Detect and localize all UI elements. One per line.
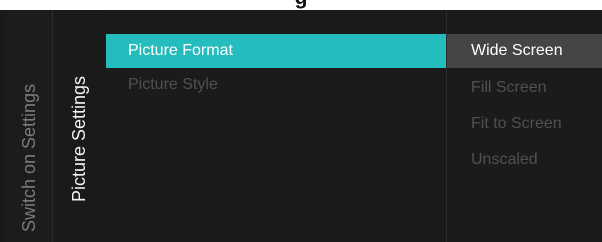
breadcrumb-parent-label: Switch on Settings (19, 83, 39, 232)
option-fill-screen[interactable]: Fill Screen (447, 71, 602, 105)
top-title-strip: g (0, 0, 602, 10)
top-title-fragment: g (0, 0, 602, 9)
column-divider (52, 10, 53, 242)
breadcrumb-parent[interactable]: Switch on Settings (4, 10, 52, 242)
menu-item-picture-style[interactable]: Picture Style (106, 68, 446, 102)
option-unscaled[interactable]: Unscaled (447, 143, 602, 177)
option-fit-to-screen[interactable]: Fit to Screen (447, 107, 602, 141)
breadcrumb-current[interactable]: Picture Settings (52, 10, 106, 242)
option-wide-screen[interactable]: Wide Screen (447, 34, 602, 68)
picture-format-options: Wide Screen Fill Screen Fit to Screen Un… (447, 10, 602, 242)
menu-item-picture-format[interactable]: Picture Format (106, 34, 446, 68)
breadcrumb-current-label: Picture Settings (69, 75, 89, 202)
settings-menu-list: Picture Format Picture Style (106, 10, 446, 242)
